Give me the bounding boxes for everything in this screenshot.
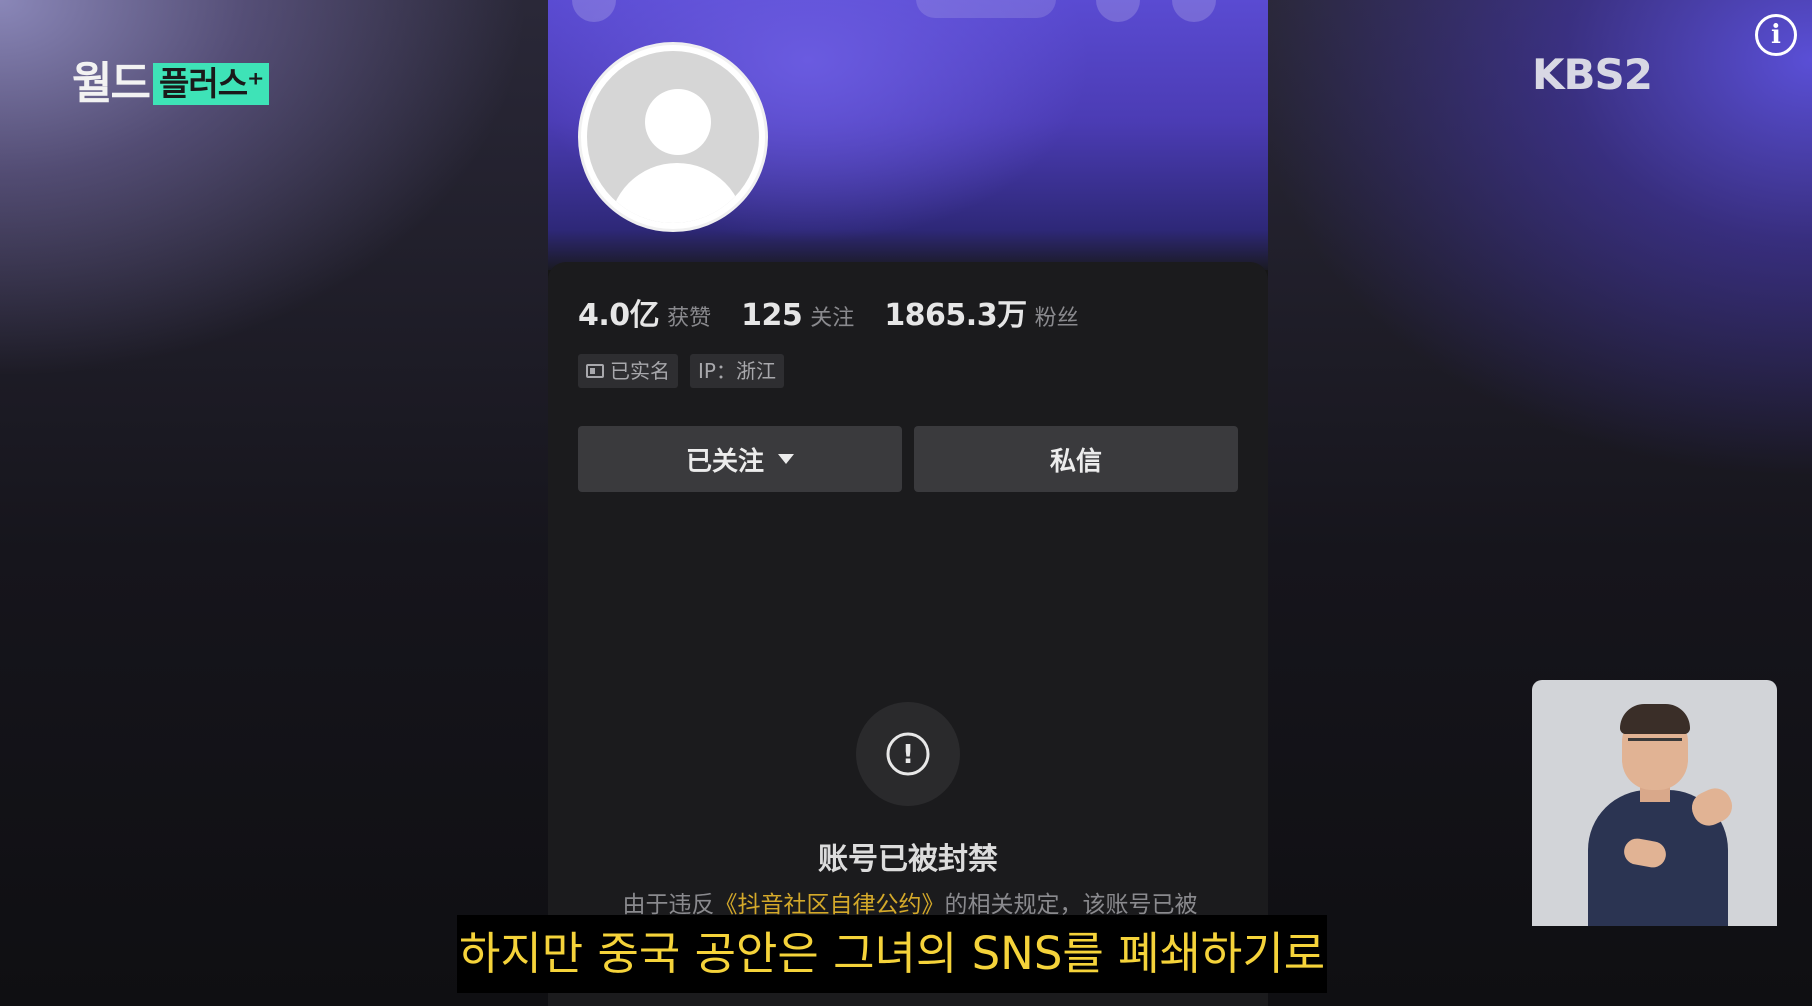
back-icon (572, 0, 616, 22)
following-button-label: 已关注 (685, 446, 764, 477)
program-logo-main: 월드 (72, 58, 151, 109)
caret-down-icon (778, 454, 794, 464)
stat-following-value: 125 (741, 298, 803, 333)
search-icon (1096, 0, 1140, 22)
ip-location-tag: IP：浙江 (690, 354, 784, 388)
profile-card: 4.0亿 获赞 125 关注 1865.3万 粉丝 已实名 IP：浙江 已关注 … (548, 262, 1268, 1006)
message-button-label: 私信 (1049, 446, 1102, 477)
program-logo: 월드 플러스⁺ (72, 58, 270, 109)
ban-title: 账号已被封禁 (818, 842, 998, 877)
warning-icon: ! (856, 702, 960, 806)
avatar (578, 42, 768, 232)
ip-location-label: IP：浙江 (698, 359, 776, 383)
search-pill (916, 0, 1056, 18)
avatar-body-shape (609, 163, 745, 223)
profile-stats: 4.0亿 获赞 125 关注 1865.3万 粉丝 (578, 290, 1109, 334)
info-icon[interactable]: i (1755, 14, 1797, 56)
phone-screenshot: 4.0亿 获赞 125 关注 1865.3万 粉丝 已实名 IP：浙江 已关注 … (548, 0, 1268, 1006)
following-button[interactable]: 已关注 (578, 426, 902, 492)
stat-following: 125 关注 (741, 298, 854, 333)
program-logo-tag: 플러스⁺ (152, 63, 270, 105)
channel-logo: KBS2 (1532, 50, 1653, 99)
stat-likes-value: 4.0亿 (578, 298, 660, 333)
warning-glyph: ! (902, 740, 914, 770)
more-icon (1172, 0, 1216, 22)
sign-language-interpreter (1532, 680, 1777, 926)
avatar-head-shape (645, 89, 711, 155)
verified-tag: 已实名 (578, 354, 678, 388)
id-card-icon (586, 364, 604, 378)
stat-followers: 1865.3万 粉丝 (884, 290, 1078, 334)
subtitle-caption: 하지만 중국 공안은 그녀의 SNS를 폐쇄하기로 (457, 915, 1328, 993)
stat-followers-value: 1865.3万 (884, 298, 1027, 333)
profile-header-banner (548, 0, 1268, 270)
stat-likes: 4.0亿 获赞 (578, 290, 711, 334)
profile-tags: 已实名 IP：浙江 (578, 354, 784, 388)
verified-tag-label: 已实名 (610, 359, 670, 383)
message-button[interactable]: 私信 (914, 426, 1238, 492)
video-frame: 월드 플러스⁺ KBS2 i 4.0亿 获赞 125 关注 1865.3万 粉丝… (0, 0, 1812, 1006)
stat-followers-label: 粉丝 (1034, 306, 1079, 331)
stat-likes-label: 获赞 (667, 306, 712, 331)
stat-following-label: 关注 (810, 306, 855, 331)
